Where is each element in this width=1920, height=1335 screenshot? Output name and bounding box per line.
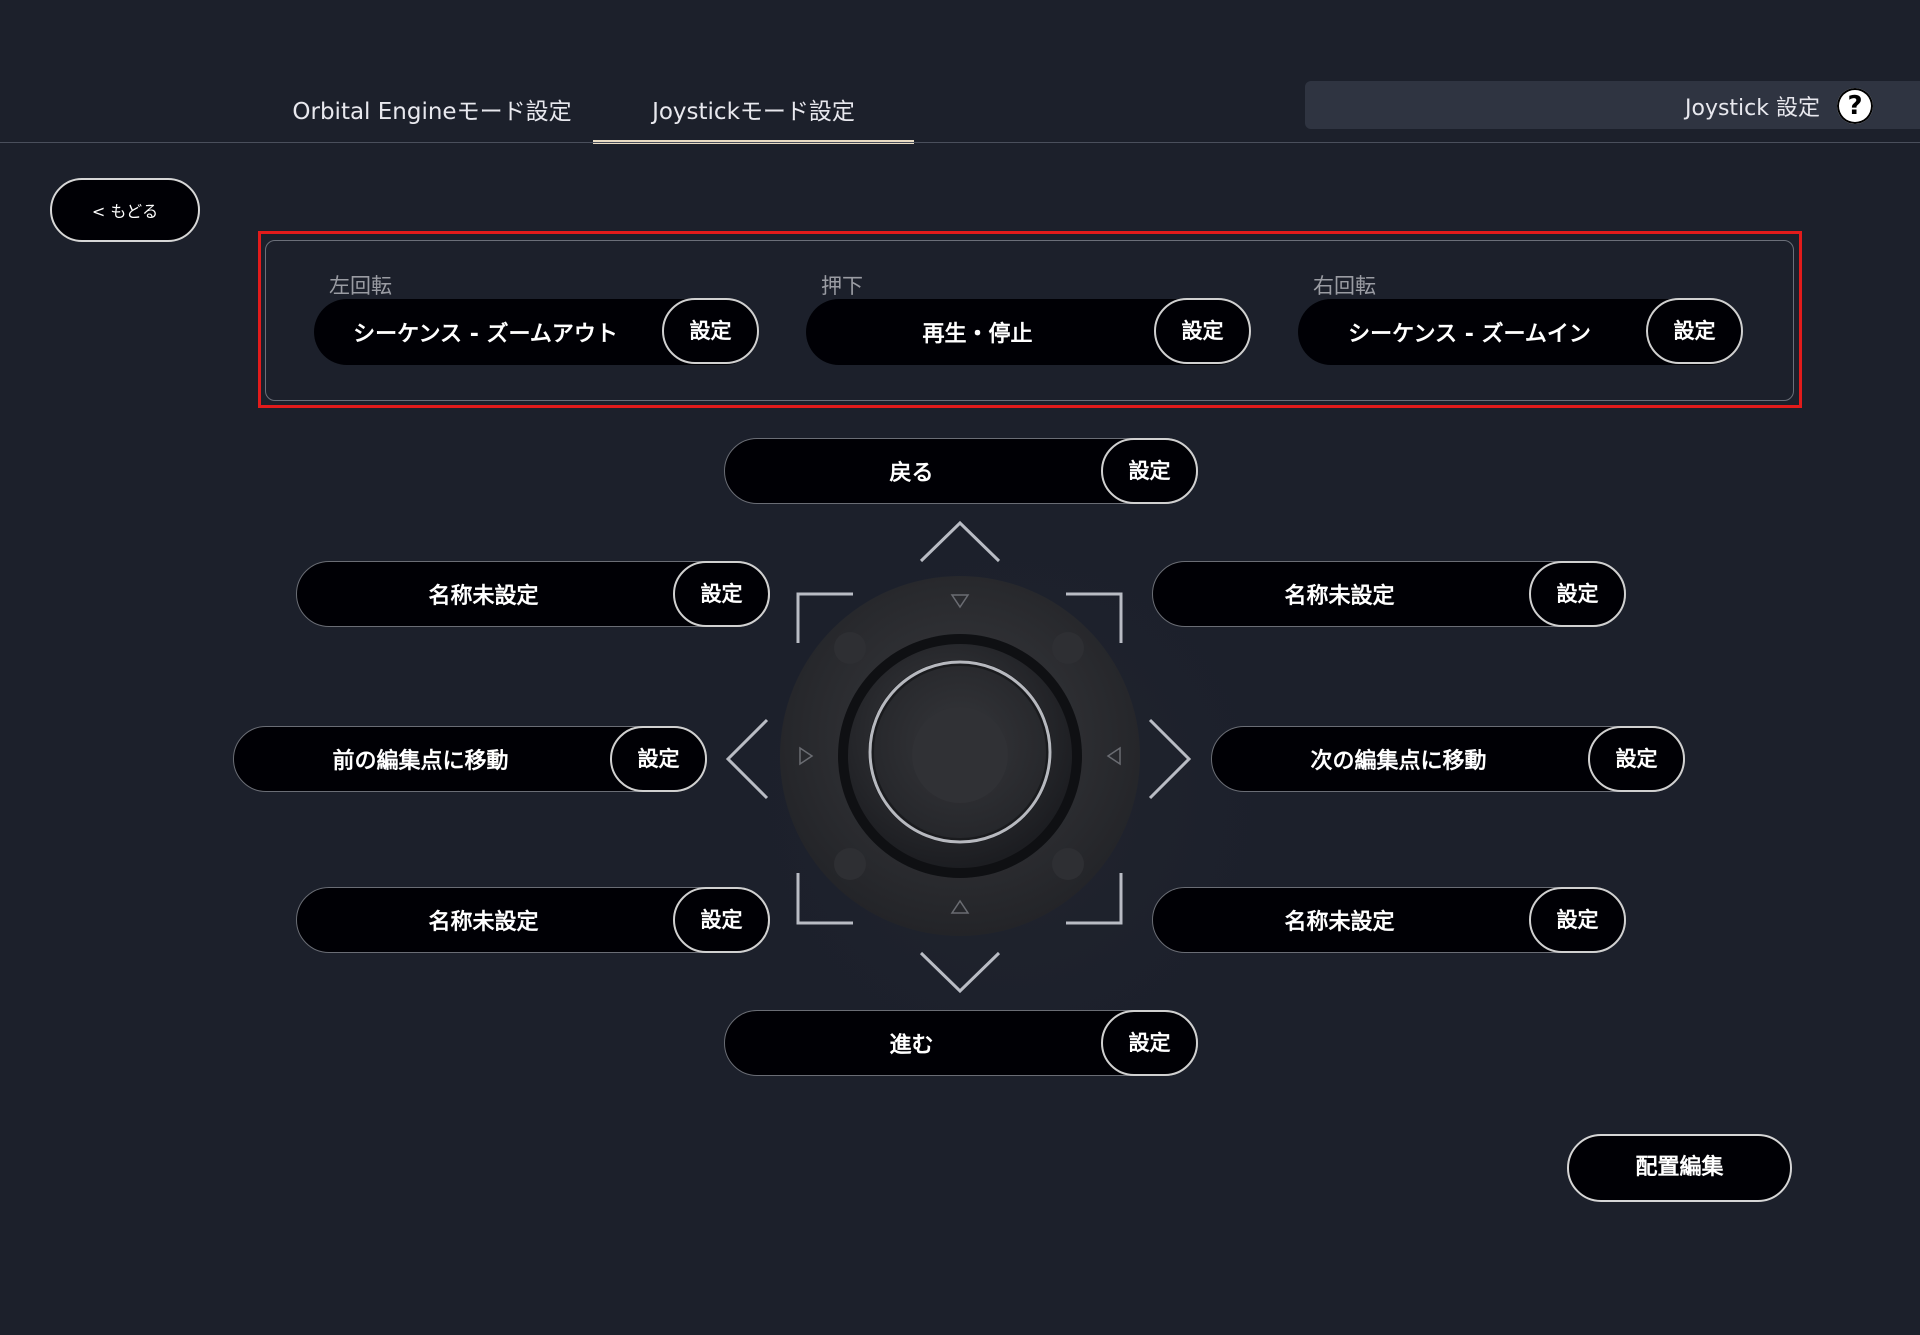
left-rotation-action-label: シーケンス - ズームアウト xyxy=(353,322,618,347)
direction-up-set-button[interactable]: 設定 xyxy=(1101,438,1198,504)
press-action-label: 再生・停止 xyxy=(922,322,1033,347)
help-icon[interactable]: ? xyxy=(1835,86,1875,126)
direction-up-action[interactable]: 戻る 設定 xyxy=(724,438,1198,504)
left-rotation-set-button[interactable]: 設定 xyxy=(662,298,759,364)
direction-down-left-action[interactable]: 名称未設定 設定 xyxy=(296,887,770,953)
direction-down-label: 進む xyxy=(889,1033,934,1058)
direction-up-left-action[interactable]: 名称未設定 設定 xyxy=(296,561,770,627)
press-label: 押下 xyxy=(821,274,863,298)
direction-left-label: 前の編集点に移動 xyxy=(332,749,509,774)
direction-down-left-set-button[interactable]: 設定 xyxy=(673,887,770,953)
right-rotation-label: 右回転 xyxy=(1313,274,1376,298)
joystick-settings-title: Joystick 設定 xyxy=(1685,96,1820,121)
direction-up-right-label: 名称未設定 xyxy=(1284,584,1395,609)
direction-up-right-action[interactable]: 名称未設定 設定 xyxy=(1152,561,1626,627)
press-action[interactable]: 再生・停止 設定 xyxy=(806,298,1251,365)
right-rotation-set-button[interactable]: 設定 xyxy=(1646,298,1743,364)
right-rotation-action-label: シーケンス - ズームイン xyxy=(1348,322,1591,347)
direction-up-left-set-button[interactable]: 設定 xyxy=(673,561,770,627)
joystick-settings-bar: Joystick 設定 ? xyxy=(1305,81,1920,129)
direction-right-set-button[interactable]: 設定 xyxy=(1588,726,1685,792)
direction-left-action[interactable]: 前の編集点に移動 設定 xyxy=(233,726,707,792)
direction-right-action[interactable]: 次の編集点に移動 設定 xyxy=(1211,726,1685,792)
right-rotation-action[interactable]: シーケンス - ズームイン 設定 xyxy=(1298,298,1743,365)
direction-up-right-set-button[interactable]: 設定 xyxy=(1529,561,1626,627)
direction-down-right-label: 名称未設定 xyxy=(1284,910,1395,935)
tab-divider xyxy=(0,142,1920,143)
direction-down-left-label: 名称未設定 xyxy=(428,910,539,935)
direction-down-set-button[interactable]: 設定 xyxy=(1101,1010,1198,1076)
left-rotation-label: 左回転 xyxy=(329,274,392,298)
layout-edit-button[interactable]: 配置編集 xyxy=(1567,1134,1792,1202)
direction-down-right-set-button[interactable]: 設定 xyxy=(1529,887,1626,953)
direction-down-right-action[interactable]: 名称未設定 設定 xyxy=(1152,887,1626,953)
direction-up-left-label: 名称未設定 xyxy=(428,584,539,609)
direction-right-label: 次の編集点に移動 xyxy=(1310,749,1487,774)
direction-left-set-button[interactable]: 設定 xyxy=(610,726,707,792)
tab-orbital-engine-mode[interactable]: Orbital Engineモード設定 xyxy=(262,92,602,144)
direction-up-label: 戻る xyxy=(889,461,934,486)
back-button[interactable]: < もどる xyxy=(50,178,200,242)
tab-joystick-mode[interactable]: Joystickモード設定 xyxy=(593,92,914,144)
press-set-button[interactable]: 設定 xyxy=(1154,298,1251,364)
left-rotation-action[interactable]: シーケンス - ズームアウト 設定 xyxy=(314,298,759,365)
direction-down-action[interactable]: 進む 設定 xyxy=(724,1010,1198,1076)
